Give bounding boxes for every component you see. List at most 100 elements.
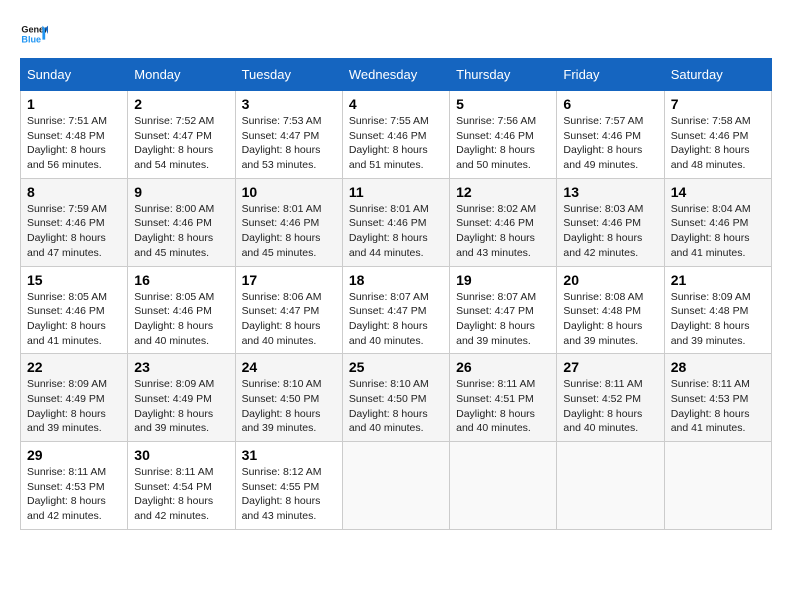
calendar-week-row: 8Sunrise: 7:59 AMSunset: 4:46 PMDaylight… xyxy=(21,178,772,266)
day-number: 26 xyxy=(456,359,550,375)
day-info: Sunrise: 7:56 AMSunset: 4:46 PMDaylight:… xyxy=(456,114,550,173)
day-number: 29 xyxy=(27,447,121,463)
day-number: 6 xyxy=(563,96,657,112)
day-info: Sunrise: 8:06 AMSunset: 4:47 PMDaylight:… xyxy=(242,290,336,349)
weekday-header: Sunday xyxy=(21,59,128,91)
calendar-cell: 12 Sunrise: 8:02 AMSunset: 4:46 PMDayligh… xyxy=(450,178,557,266)
day-number: 9 xyxy=(134,184,228,200)
day-number: 14 xyxy=(671,184,765,200)
calendar-table: SundayMondayTuesdayWednesdayThursdayFrid… xyxy=(20,58,772,530)
calendar-cell: 19Sunrise: 8:07 AMSunset: 4:47 PMDayligh… xyxy=(450,266,557,354)
calendar-cell: 26 Sunrise: 8:11 AMSunset: 4:51 PMDayligh… xyxy=(450,354,557,442)
day-number: 12 xyxy=(456,184,550,200)
day-number: 1 xyxy=(27,96,121,112)
logo-icon: General Blue xyxy=(20,20,48,48)
calendar-header-row: SundayMondayTuesdayWednesdayThursdayFrid… xyxy=(21,59,772,91)
calendar-cell: 30Sunrise: 8:11 AMSunset: 4:54 PMDayligh… xyxy=(128,442,235,530)
svg-text:Blue: Blue xyxy=(21,34,41,44)
calendar-cell: 27 Sunrise: 8:11 AMSunset: 4:52 PMDayligh… xyxy=(557,354,664,442)
calendar-cell: 10 Sunrise: 8:01 AMSunset: 4:46 PMDayligh… xyxy=(235,178,342,266)
weekday-header: Tuesday xyxy=(235,59,342,91)
weekday-header: Thursday xyxy=(450,59,557,91)
day-info: Sunrise: 8:11 AMSunset: 4:53 PMDaylight:… xyxy=(27,465,121,524)
weekday-header: Saturday xyxy=(664,59,771,91)
day-info: Sunrise: 8:01 AMSunset: 4:46 PMDaylight:… xyxy=(242,202,336,261)
calendar-cell: 18 Sunrise: 8:07 AMSunset: 4:47 PMDayligh… xyxy=(342,266,449,354)
calendar-week-row: 1 Sunrise: 7:51 AMSunset: 4:48 PMDaylight… xyxy=(21,91,772,179)
day-number: 30 xyxy=(134,447,228,463)
calendar-cell: 6 Sunrise: 7:57 AMSunset: 4:46 PMDaylight… xyxy=(557,91,664,179)
day-number: 18 xyxy=(349,272,443,288)
day-info: Sunrise: 8:11 AMSunset: 4:52 PMDaylight:… xyxy=(563,377,657,436)
day-info: Sunrise: 7:55 AMSunset: 4:46 PMDaylight:… xyxy=(349,114,443,173)
day-info: Sunrise: 7:53 AMSunset: 4:47 PMDaylight:… xyxy=(242,114,336,173)
day-number: 22 xyxy=(27,359,121,375)
calendar-week-row: 15Sunrise: 8:05 AMSunset: 4:46 PMDayligh… xyxy=(21,266,772,354)
day-info: Sunrise: 8:04 AMSunset: 4:46 PMDaylight:… xyxy=(671,202,765,261)
calendar-cell xyxy=(557,442,664,530)
day-number: 25 xyxy=(349,359,443,375)
calendar-cell: 13Sunrise: 8:03 AMSunset: 4:46 PMDayligh… xyxy=(557,178,664,266)
day-number: 5 xyxy=(456,96,550,112)
calendar-week-row: 29 Sunrise: 8:11 AMSunset: 4:53 PMDayligh… xyxy=(21,442,772,530)
day-info: Sunrise: 8:02 AMSunset: 4:46 PMDaylight:… xyxy=(456,202,550,261)
calendar-cell: 22 Sunrise: 8:09 AMSunset: 4:49 PMDayligh… xyxy=(21,354,128,442)
day-number: 20 xyxy=(563,272,657,288)
day-info: Sunrise: 8:05 AMSunset: 4:46 PMDaylight:… xyxy=(134,290,228,349)
day-number: 16 xyxy=(134,272,228,288)
page-header: General Blue xyxy=(20,20,772,48)
calendar-cell: 4Sunrise: 7:55 AMSunset: 4:46 PMDaylight… xyxy=(342,91,449,179)
calendar-cell: 14 Sunrise: 8:04 AMSunset: 4:46 PMDayligh… xyxy=(664,178,771,266)
day-info: Sunrise: 7:57 AMSunset: 4:46 PMDaylight:… xyxy=(563,114,657,173)
calendar-cell: 20 Sunrise: 8:08 AMSunset: 4:48 PMDayligh… xyxy=(557,266,664,354)
day-info: Sunrise: 7:51 AMSunset: 4:48 PMDaylight:… xyxy=(27,114,121,173)
calendar-cell: 29 Sunrise: 8:11 AMSunset: 4:53 PMDayligh… xyxy=(21,442,128,530)
day-number: 10 xyxy=(242,184,336,200)
calendar-cell: 24 Sunrise: 8:10 AMSunset: 4:50 PMDayligh… xyxy=(235,354,342,442)
calendar-cell: 5 Sunrise: 7:56 AMSunset: 4:46 PMDaylight… xyxy=(450,91,557,179)
logo: General Blue xyxy=(20,20,48,48)
calendar-cell xyxy=(450,442,557,530)
day-number: 27 xyxy=(563,359,657,375)
day-info: Sunrise: 8:07 AMSunset: 4:47 PMDaylight:… xyxy=(349,290,443,349)
day-number: 13 xyxy=(563,184,657,200)
day-info: Sunrise: 8:11 AMSunset: 4:53 PMDaylight:… xyxy=(671,377,765,436)
day-number: 31 xyxy=(242,447,336,463)
calendar-cell: 17Sunrise: 8:06 AMSunset: 4:47 PMDayligh… xyxy=(235,266,342,354)
calendar-cell: 25 Sunrise: 8:10 AMSunset: 4:50 PMDayligh… xyxy=(342,354,449,442)
day-info: Sunrise: 8:11 AMSunset: 4:51 PMDaylight:… xyxy=(456,377,550,436)
day-info: Sunrise: 7:59 AMSunset: 4:46 PMDaylight:… xyxy=(27,202,121,261)
weekday-header: Friday xyxy=(557,59,664,91)
day-number: 2 xyxy=(134,96,228,112)
day-number: 23 xyxy=(134,359,228,375)
calendar-cell: 21Sunrise: 8:09 AMSunset: 4:48 PMDayligh… xyxy=(664,266,771,354)
day-number: 19 xyxy=(456,272,550,288)
day-info: Sunrise: 8:09 AMSunset: 4:48 PMDaylight:… xyxy=(671,290,765,349)
calendar-cell: 15Sunrise: 8:05 AMSunset: 4:46 PMDayligh… xyxy=(21,266,128,354)
day-info: Sunrise: 8:05 AMSunset: 4:46 PMDaylight:… xyxy=(27,290,121,349)
calendar-cell: 23 Sunrise: 8:09 AMSunset: 4:49 PMDayligh… xyxy=(128,354,235,442)
calendar-cell: 3 Sunrise: 7:53 AMSunset: 4:47 PMDaylight… xyxy=(235,91,342,179)
calendar-cell: 2Sunrise: 7:52 AMSunset: 4:47 PMDaylight… xyxy=(128,91,235,179)
day-info: Sunrise: 8:09 AMSunset: 4:49 PMDaylight:… xyxy=(27,377,121,436)
day-number: 7 xyxy=(671,96,765,112)
calendar-cell: 8Sunrise: 7:59 AMSunset: 4:46 PMDaylight… xyxy=(21,178,128,266)
day-info: Sunrise: 8:10 AMSunset: 4:50 PMDaylight:… xyxy=(349,377,443,436)
calendar-cell: 31Sunrise: 8:12 AMSunset: 4:55 PMDayligh… xyxy=(235,442,342,530)
day-number: 24 xyxy=(242,359,336,375)
day-info: Sunrise: 7:58 AMSunset: 4:46 PMDaylight:… xyxy=(671,114,765,173)
day-number: 3 xyxy=(242,96,336,112)
calendar-cell: 16 Sunrise: 8:05 AMSunset: 4:46 PMDayligh… xyxy=(128,266,235,354)
calendar-cell: 11 Sunrise: 8:01 AMSunset: 4:46 PMDayligh… xyxy=(342,178,449,266)
calendar-week-row: 22 Sunrise: 8:09 AMSunset: 4:49 PMDayligh… xyxy=(21,354,772,442)
day-number: 28 xyxy=(671,359,765,375)
weekday-header: Wednesday xyxy=(342,59,449,91)
day-info: Sunrise: 8:00 AMSunset: 4:46 PMDaylight:… xyxy=(134,202,228,261)
day-number: 11 xyxy=(349,184,443,200)
day-info: Sunrise: 8:08 AMSunset: 4:48 PMDaylight:… xyxy=(563,290,657,349)
day-info: Sunrise: 8:09 AMSunset: 4:49 PMDaylight:… xyxy=(134,377,228,436)
weekday-header: Monday xyxy=(128,59,235,91)
day-info: Sunrise: 8:01 AMSunset: 4:46 PMDaylight:… xyxy=(349,202,443,261)
calendar-cell xyxy=(664,442,771,530)
day-info: Sunrise: 8:10 AMSunset: 4:50 PMDaylight:… xyxy=(242,377,336,436)
